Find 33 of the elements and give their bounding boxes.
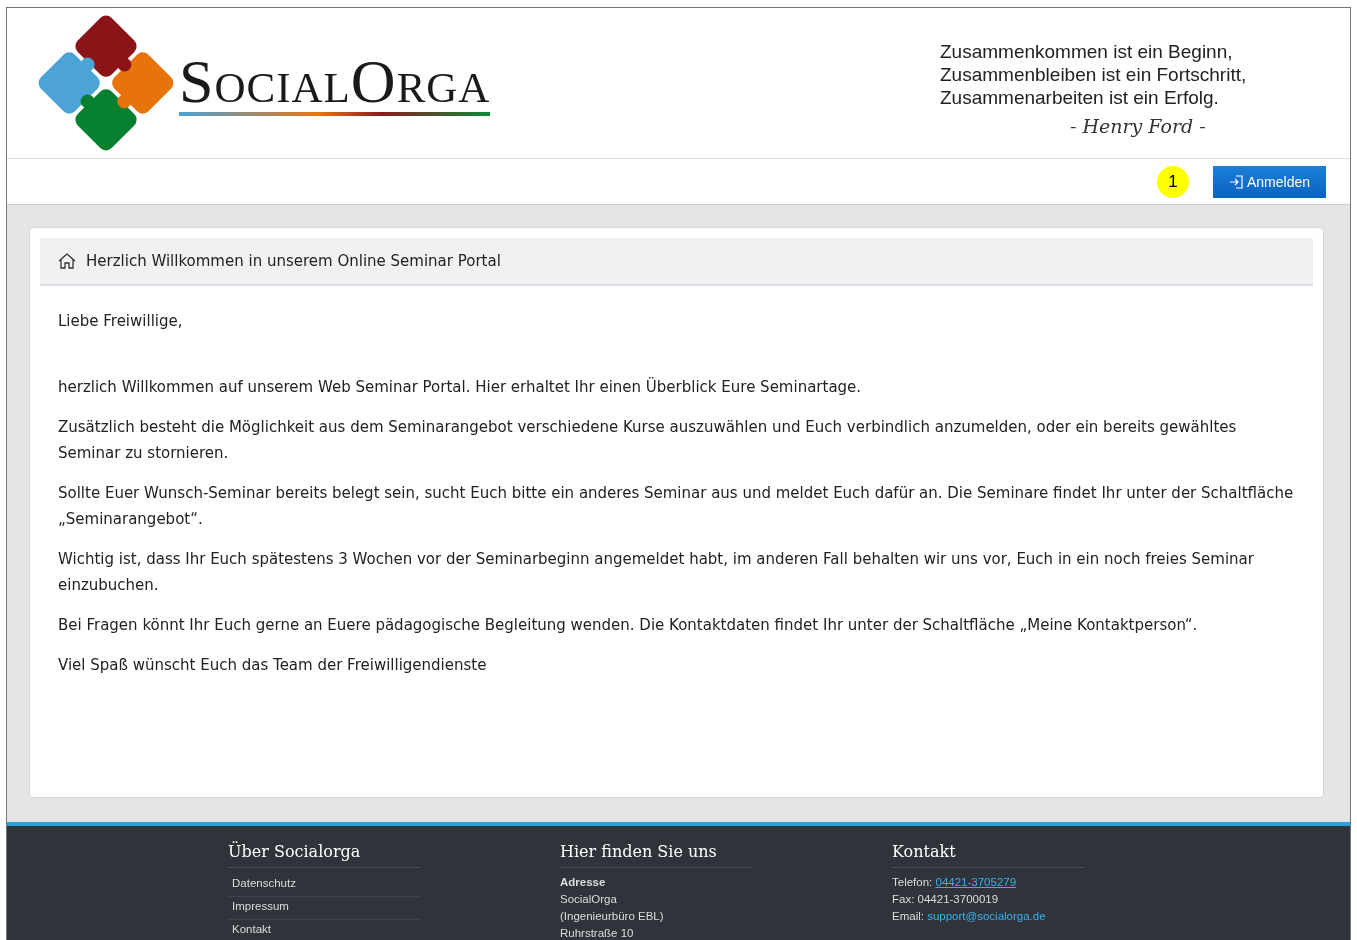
footer-heading: Über Socialorga — [228, 842, 420, 868]
footer-heading: Hier finden Sie uns — [560, 842, 752, 868]
paragraph: Viel Spaß wünscht Euch das Team der Freiwilligendienste — [58, 655, 488, 676]
footer-heading: Kontakt — [892, 842, 1084, 868]
paragraph: Zusätzlich besteht die Möglichkeit aus dem Seminarangebot verschiedene Kurse auszuwählen und Euch verbindlich anzumelden, oder ein bereits gewähltes Seminar zu stornieren. — [58, 417, 1238, 464]
phone-link[interactable]: 04421-3705279 — [935, 876, 1017, 888]
greeting: Liebe Freiwillige, — [58, 311, 184, 332]
logo-wordmark: SocialOrga — [179, 50, 491, 112]
paragraph: Sollte Euer Wunsch-Seminar bereits belegt sein, sucht Euch bitte ein anderes Seminar aus und meldet Euch dafür an. Die Seminare findet Ihr unter der Schaltfläche „Seminarangebot“. — [58, 483, 1295, 530]
home-icon — [58, 253, 76, 269]
puzzle-logo-icon — [37, 14, 175, 152]
paragraph: Bei Fragen könnt Ihr Euch gerne an Euere pädagogische Begleitung wenden. Die Kontaktdaten findet Ihr unter der Schaltfläche „Meine Kontaktperson“. — [58, 615, 1199, 636]
email-label: Email: — [892, 910, 924, 922]
login-button[interactable]: Anmelden — [1212, 165, 1326, 198]
email-link[interactable]: support@socialorga.de — [927, 910, 1046, 922]
quote-line: Zusammenarbeiten ist ein Erfolg. — [940, 85, 1220, 109]
card-title: Herzlich Willkommen in unserem Online Seminar Portal — [86, 252, 501, 270]
address-label: Adresse — [560, 875, 607, 890]
footer-link[interactable]: Datenschutz — [228, 874, 420, 897]
footer-link[interactable]: Kontakt — [228, 920, 420, 940]
address-line: (Ingenieurbüro EBL) — [560, 909, 665, 924]
annotation-marker: 1 — [1156, 165, 1189, 198]
quote-line: Zusammenkommen ist ein Beginn, — [940, 39, 1234, 63]
phone-label: Telefon: — [892, 876, 933, 888]
paragraph: herzlich Willkommen auf unserem Web Seminar Portal. Hier erhaltet Ihr einen Überblick Eure Seminartage. — [58, 376, 863, 398]
login-icon — [1228, 174, 1243, 189]
address-line: SocialOrga — [560, 892, 618, 907]
quote-line: Zusammenbleiben ist ein Fortschritt, — [940, 62, 1248, 86]
footer-link[interactable]: Impressum — [228, 897, 420, 920]
address-line: Ruhrstraße 10 — [560, 926, 635, 940]
signature: - Henry Ford - — [1070, 114, 1207, 137]
paragraph: Wichtig ist, dass Ihr Euch spätestens 3 Wochen vor der Seminarbeginn angemeldet habt, im anderen Fall behalten wir uns vor, Euch in ein noch freies Seminar einzubuchen. — [58, 549, 1255, 596]
fax-number: Fax: 04421-3700019 — [892, 892, 1000, 907]
